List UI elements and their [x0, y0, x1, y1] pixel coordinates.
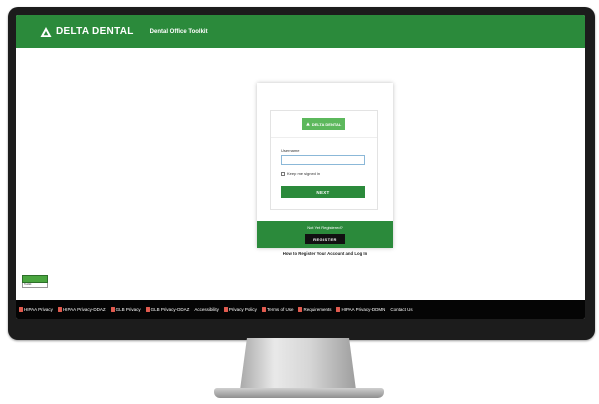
footer-link-label: Requirements	[303, 307, 332, 312]
badge-text: Toolkit	[22, 283, 48, 288]
pdf-icon	[110, 307, 115, 312]
delta-triangle-icon	[305, 122, 310, 126]
not-registered-text: Not Yet Registered?	[307, 225, 343, 230]
footer-link-label: HIPAA Privacy-DDMN	[341, 307, 386, 312]
pdf-icon	[145, 307, 150, 312]
footer-link-label: HIPAA Privacy	[24, 307, 53, 312]
footer-link-label: Contact Us	[390, 307, 413, 312]
footer-link-contact-us[interactable]: Contact Us	[390, 307, 412, 312]
footer-link-label: Accessibility	[194, 307, 219, 312]
toolkit-badge: Toolkit	[22, 275, 48, 289]
pdf-icon	[336, 307, 341, 312]
site-footer: HIPAA Privacy HIPAA Privacy-DDAZ GLB Pri…	[16, 300, 585, 319]
pdf-icon	[261, 307, 266, 312]
monitor-stand-neck	[240, 338, 356, 390]
footer-link-hipaa-privacy[interactable]: HIPAA Privacy	[19, 307, 53, 312]
footer-link-label: Privacy Policy	[228, 307, 257, 312]
keep-signed-in-row[interactable]: Keep me signed in	[281, 171, 320, 176]
username-input[interactable]	[281, 155, 365, 165]
register-button[interactable]: REGISTER	[305, 234, 345, 244]
brand-name: DELTA DENTAL	[56, 26, 134, 37]
monitor-screen: DELTA DENTAL Dental Office Toolkit DELTA…	[16, 15, 585, 319]
register-section: Not Yet Registered? REGISTER	[257, 221, 393, 248]
footer-link-requirements[interactable]: Requirements	[298, 307, 331, 312]
monitor-bezel: DELTA DENTAL Dental Office Toolkit DELTA…	[8, 7, 595, 340]
delta-triangle-icon	[40, 26, 52, 37]
badge-logo	[22, 275, 48, 283]
brand-logo[interactable]: DELTA DENTAL	[40, 26, 134, 38]
next-button[interactable]: NEXT	[281, 186, 365, 198]
divider	[271, 137, 377, 138]
login-form: DELTA DENTAL Username Keep me signed in …	[270, 110, 378, 210]
monitor-stand-base	[214, 388, 384, 398]
pdf-icon	[223, 307, 228, 312]
footer-link-hipaa-privacy-ddmn[interactable]: HIPAA Privacy-DDMN	[336, 307, 385, 312]
keep-signed-in-checkbox[interactable]	[281, 171, 285, 176]
footer-link-privacy-policy[interactable]: Privacy Policy	[223, 307, 257, 312]
footer-link-label: GLB Privacy-DDAZ	[150, 307, 190, 312]
footer-link-label: GLB Privacy	[115, 307, 141, 312]
pdf-icon	[57, 307, 62, 312]
card-logo-text: DELTA DENTAL	[311, 121, 342, 127]
card-logo: DELTA DENTAL	[302, 118, 345, 130]
pdf-icon	[19, 307, 23, 312]
footer-link-label: Terms of Use	[266, 307, 294, 312]
footer-link-glb-privacy[interactable]: GLB Privacy	[110, 307, 141, 312]
page-title: Dental Office Toolkit	[149, 28, 208, 35]
footer-link-glb-privacy-ddaz[interactable]: GLB Privacy-DDAZ	[145, 307, 190, 312]
how-to-register-link[interactable]: How to Register Your Account and Log In	[257, 251, 393, 256]
site-header: DELTA DENTAL Dental Office Toolkit	[16, 15, 585, 48]
footer-link-hipaa-privacy-ddaz[interactable]: HIPAA Privacy-DDAZ	[57, 307, 106, 312]
footer-link-accessibility[interactable]: Accessibility	[194, 307, 219, 312]
username-label: Username	[281, 148, 300, 153]
footer-link-label: HIPAA Privacy-DDAZ	[62, 307, 106, 312]
login-card: DELTA DENTAL Username Keep me signed in …	[257, 83, 393, 248]
keep-signed-in-label: Keep me signed in	[287, 171, 321, 176]
footer-link-terms-of-use[interactable]: Terms of Use	[261, 307, 294, 312]
pdf-icon	[298, 307, 303, 312]
